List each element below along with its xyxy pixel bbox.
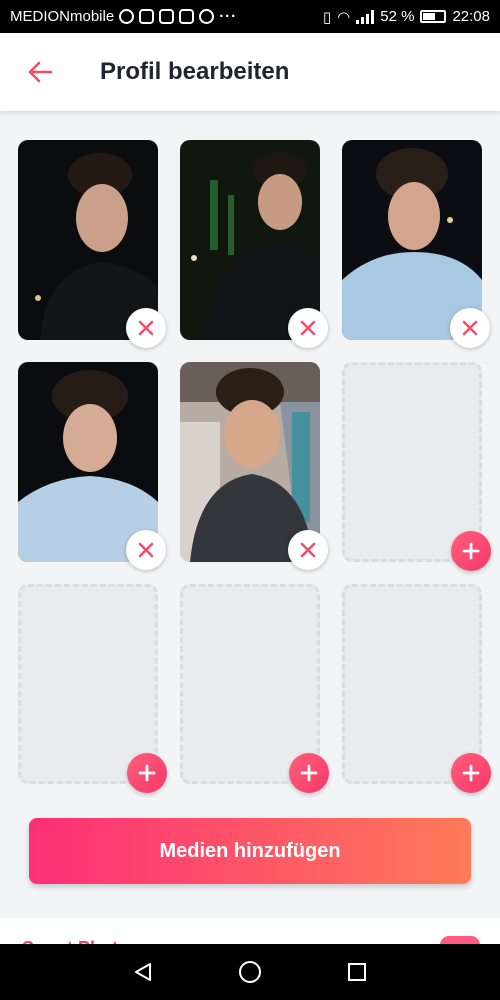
battery-percent: 52 % — [380, 8, 415, 25]
plus-icon — [462, 764, 480, 782]
remove-photo-button[interactable] — [288, 530, 328, 570]
nav-home-button[interactable] — [230, 952, 270, 992]
photo-slot-4[interactable] — [18, 362, 166, 570]
photo-slot-2[interactable] — [180, 140, 328, 348]
add-media-button[interactable] — [127, 753, 167, 793]
battery-icon — [420, 10, 447, 23]
remove-photo-button[interactable] — [450, 308, 490, 348]
wifi-icon: ◠ — [337, 8, 351, 26]
remove-photo-button[interactable] — [288, 308, 328, 348]
remove-photo-button[interactable] — [126, 530, 166, 570]
add-media-button[interactable] — [451, 753, 491, 793]
app-bar: Profil bearbeiten — [0, 33, 500, 111]
plus-icon — [462, 542, 480, 560]
app-icon — [139, 9, 155, 24]
close-icon — [300, 542, 316, 558]
back-button[interactable] — [20, 52, 60, 92]
remove-photo-button[interactable] — [126, 308, 166, 348]
carrier-label: MEDIONmobile — [10, 8, 115, 25]
empty-slot-8[interactable] — [180, 584, 329, 793]
add-media-primary-button[interactable]: Medien hinzufügen — [29, 818, 471, 884]
add-media-button[interactable] — [451, 531, 491, 571]
square-recents-icon — [347, 963, 366, 981]
instagram-icon — [119, 9, 135, 24]
shield-icon — [179, 9, 195, 24]
more-notifications: ··· — [219, 8, 238, 25]
system-nav-bar — [0, 944, 500, 1000]
triangle-back-icon — [135, 963, 152, 981]
close-icon — [462, 320, 478, 336]
nav-back-button[interactable] — [123, 952, 163, 992]
vibrate-icon: ▯ — [322, 8, 332, 26]
status-bar: MEDIONmobile ··· ▯ ◠ 52 % 22:08 — [0, 0, 500, 33]
close-icon — [300, 320, 316, 336]
signal-icon — [356, 9, 375, 24]
photo-slot-5[interactable] — [180, 362, 328, 570]
messenger-icon — [199, 9, 215, 24]
photo-slot-3[interactable] — [342, 140, 490, 348]
plus-icon — [138, 764, 156, 782]
circle-home-icon — [238, 961, 261, 983]
page-title: Profil bearbeiten — [100, 58, 290, 85]
arrow-left-icon — [28, 61, 53, 83]
nav-recents-button[interactable] — [337, 952, 377, 992]
close-icon — [138, 542, 154, 558]
plus-icon — [300, 764, 318, 782]
close-icon — [138, 320, 154, 336]
empty-slot-6[interactable] — [342, 362, 491, 571]
gamepad-icon — [159, 9, 175, 24]
add-media-button[interactable] — [289, 753, 329, 793]
empty-slot-7[interactable] — [18, 584, 167, 793]
empty-slot-9[interactable] — [342, 584, 491, 793]
clock: 22:08 — [452, 8, 490, 25]
photo-slot-1[interactable] — [18, 140, 166, 348]
